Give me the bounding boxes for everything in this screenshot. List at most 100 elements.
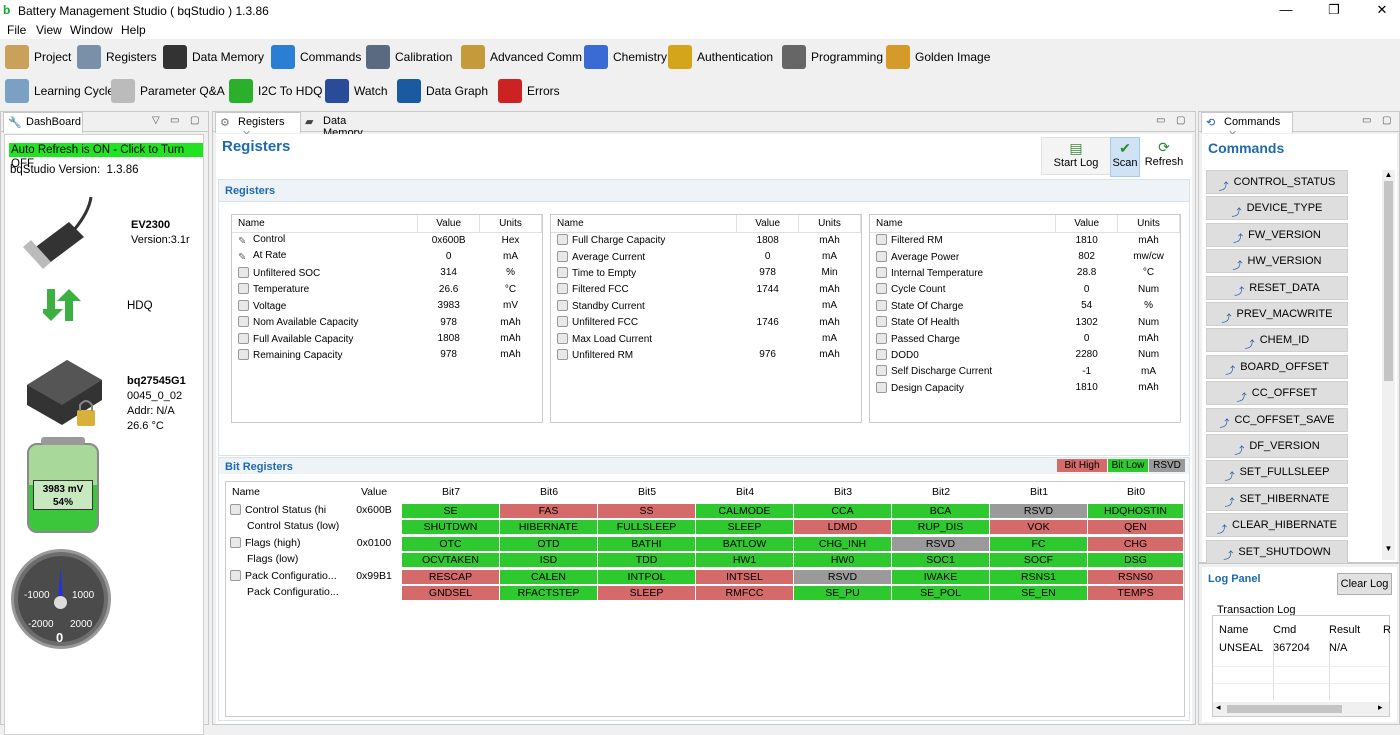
- scan-button[interactable]: ✔ Scan: [1110, 137, 1140, 177]
- command-prev-macwrite[interactable]: ⤴ PREV_MACWRITE: [1206, 302, 1348, 326]
- toolbar-commands-button[interactable]: Commands: [271, 42, 361, 72]
- menu-window[interactable]: Window: [70, 23, 113, 37]
- toolbar-advanced-comm-button[interactable]: Advanced Comm: [461, 42, 582, 72]
- command-fw-version[interactable]: ⤴ FW_VERSION: [1206, 222, 1348, 247]
- register-row[interactable]: ✎ At Rate 0 mA: [232, 248, 542, 264]
- register-row[interactable]: Full Available Capacity 1808 mAh: [232, 330, 542, 346]
- toolbar-calibration-button[interactable]: Calibration: [366, 42, 452, 72]
- register-row[interactable]: Filtered RM 1810 mAh: [870, 232, 1180, 248]
- toolbar-golden-image-button[interactable]: Golden Image: [886, 42, 990, 72]
- register-row[interactable]: Passed Charge 0 mAh: [870, 330, 1180, 346]
- toolbar-authentication-button[interactable]: Authentication: [668, 42, 773, 72]
- command-set-hibernate[interactable]: ⤴ SET_HIBERNATE: [1206, 486, 1348, 511]
- register-row[interactable]: Design Capacity 1810 mAh: [870, 380, 1180, 396]
- register-row[interactable]: Temperature 26.6 °C: [232, 281, 542, 297]
- maximize-icon[interactable]: ▢: [190, 115, 199, 126]
- auto-refresh-toggle[interactable]: Auto Refresh is ON - Click to Turn OFF: [9, 143, 203, 170]
- maximize-icon[interactable]: ▢: [1176, 115, 1185, 126]
- menu-help[interactable]: Help: [121, 23, 146, 37]
- command-control-status[interactable]: ⤴ CONTROL_STATUS: [1206, 170, 1348, 194]
- refresh-button[interactable]: ⟳ Refresh: [1144, 137, 1184, 175]
- toolbar-watch-button[interactable]: Watch: [325, 76, 388, 106]
- register-row[interactable]: Unfiltered RM 976 mAh: [551, 347, 861, 363]
- bit-cell: SS: [598, 504, 696, 519]
- maximize-icon[interactable]: ▢: [1382, 115, 1391, 126]
- scroll-right-icon[interactable]: ▸: [1378, 702, 1383, 713]
- register-row[interactable]: Voltage 3983 mV: [232, 298, 542, 314]
- register-row[interactable]: Unfiltered FCC 1746 mAh: [551, 314, 861, 330]
- log-hscrollbar[interactable]: ◂ ▸: [1213, 702, 1389, 716]
- register-row[interactable]: Average Current 0 mA: [551, 248, 861, 264]
- toolbar-chemistry-button[interactable]: Chemistry: [584, 42, 667, 72]
- command-cc-offset[interactable]: ⤴ CC_OFFSET: [1206, 381, 1348, 406]
- register-row[interactable]: State Of Charge 54%: [870, 298, 1180, 314]
- tab-registers[interactable]: ⚙ Registers ✕: [215, 112, 301, 141]
- register-row[interactable]: Average Power 802 mw/cw: [870, 248, 1180, 264]
- start-log-button[interactable]: ▤ Start Log: [1041, 137, 1111, 175]
- toolbar-i2c-to-hdq-button[interactable]: I2C To HDQ: [229, 76, 322, 106]
- toolbar-data-memory-button[interactable]: Data Memory: [163, 42, 264, 72]
- minimize-icon[interactable]: ▭: [1156, 115, 1165, 126]
- bit-register-name[interactable]: Pack Configuratio...: [230, 586, 339, 598]
- registers-panel: ⚙ Registers ✕ ▰ Data Memory ▭ ▢ Register…: [212, 111, 1196, 725]
- clear-log-button[interactable]: Clear Log: [1337, 573, 1392, 595]
- toolbar-programming-button[interactable]: Programming: [782, 42, 883, 72]
- tab-data-memory[interactable]: ▰ Data Memory: [301, 112, 393, 139]
- toolbar-errors-button[interactable]: Errors: [498, 76, 560, 106]
- toolbar-project-button[interactable]: Project: [5, 42, 71, 72]
- register-row[interactable]: Self Discharge Current -1 mA: [870, 363, 1180, 379]
- menu-view[interactable]: View: [36, 23, 62, 37]
- log-scroll-thumb[interactable]: [1227, 705, 1342, 713]
- tab-dashboard[interactable]: 🔧 DashBoard: [3, 112, 83, 133]
- register-row[interactable]: Max Load Current mA: [551, 330, 861, 346]
- table-header: Name Value Units: [870, 215, 1180, 233]
- register-row[interactable]: Full Charge Capacity 1808 mAh: [551, 232, 861, 248]
- command-clear-hibernate[interactable]: ⤴ CLEAR_HIBERNATE: [1206, 513, 1348, 538]
- minimize-icon[interactable]: ▭: [1362, 115, 1371, 126]
- scroll-thumb[interactable]: [1384, 181, 1393, 381]
- register-row[interactable]: Internal Temperature 28.8 °C: [870, 265, 1180, 281]
- minimize-button[interactable]: —: [1276, 2, 1296, 20]
- register-row[interactable]: Time to Empty 978 Min: [551, 265, 861, 281]
- register-row[interactable]: Unfiltered SOC 314%: [232, 265, 542, 281]
- bit-register-name[interactable]: Control Status (low): [230, 520, 339, 532]
- commands-scrollbar[interactable]: ▲: [1382, 170, 1395, 560]
- view-menu-icon[interactable]: ▽: [152, 115, 160, 126]
- restore-button[interactable]: ❐: [1324, 2, 1344, 20]
- close-button[interactable]: ✕: [1372, 2, 1392, 20]
- toolbar-label: I2C To HDQ: [258, 84, 323, 98]
- command-cc-offset-save[interactable]: ⤴ CC_OFFSET_SAVE: [1206, 407, 1348, 432]
- register-row[interactable]: ✎ Control 0x600B Hex: [232, 232, 542, 248]
- toolbar-parameter-q-a-button[interactable]: Parameter Q&A: [111, 76, 225, 106]
- register-row[interactable]: State Of Health 1302 Num: [870, 314, 1180, 330]
- toolbar-data-graph-button[interactable]: Data Graph: [397, 76, 488, 106]
- tab-commands[interactable]: ⟲ Commands ✕: [1201, 112, 1293, 141]
- toolbar-registers-button[interactable]: Registers: [77, 42, 157, 72]
- register-row[interactable]: Standby Current mA: [551, 298, 861, 314]
- minimize-icon[interactable]: ▭: [170, 115, 179, 126]
- bit-register-name[interactable]: Flags (high): [230, 536, 300, 549]
- register-row[interactable]: Nom Available Capacity 978 mAh: [232, 314, 542, 330]
- command-df-version[interactable]: ⤴ DF_VERSION: [1206, 434, 1348, 458]
- scroll-left-icon[interactable]: ◂: [1216, 702, 1221, 713]
- scroll-up-icon[interactable]: ▲: [1382, 170, 1395, 179]
- menu-file[interactable]: File: [7, 23, 26, 37]
- command-device-type[interactable]: ⤴ DEVICE_TYPE: [1206, 196, 1348, 221]
- register-value: 1744: [756, 283, 779, 295]
- register-row[interactable]: Remaining Capacity 978 mAh: [232, 347, 542, 363]
- command-icon: ⤴: [1224, 471, 1235, 483]
- toolbar-learning-cycle-button[interactable]: Learning Cycle: [5, 76, 114, 106]
- command-reset-data[interactable]: ⤴ RESET_DATA: [1206, 275, 1348, 300]
- bit-register-name[interactable]: Pack Configuratio...: [230, 569, 337, 582]
- bit-register-name[interactable]: Control Status (hi: [230, 504, 326, 516]
- bit-register-name[interactable]: Flags (low): [230, 553, 298, 565]
- command-set-fullsleep[interactable]: ⤴ SET_FULLSLEEP: [1206, 460, 1348, 485]
- command-hw-version[interactable]: ⤴ HW_VERSION: [1206, 249, 1348, 274]
- command-chem-id[interactable]: ⤴ CHEM_ID: [1206, 328, 1348, 353]
- scroll-down-icon[interactable]: ▼: [1382, 544, 1395, 553]
- register-row[interactable]: Cycle Count 0 Num: [870, 281, 1180, 297]
- command-set-shutdown[interactable]: ⤴ SET_SHUTDOWN: [1206, 539, 1348, 564]
- register-row[interactable]: DOD0 2280 Num: [870, 347, 1180, 363]
- command-board-offset[interactable]: ⤴ BOARD_OFFSET: [1206, 354, 1348, 379]
- register-row[interactable]: Filtered FCC 1744 mAh: [551, 281, 861, 297]
